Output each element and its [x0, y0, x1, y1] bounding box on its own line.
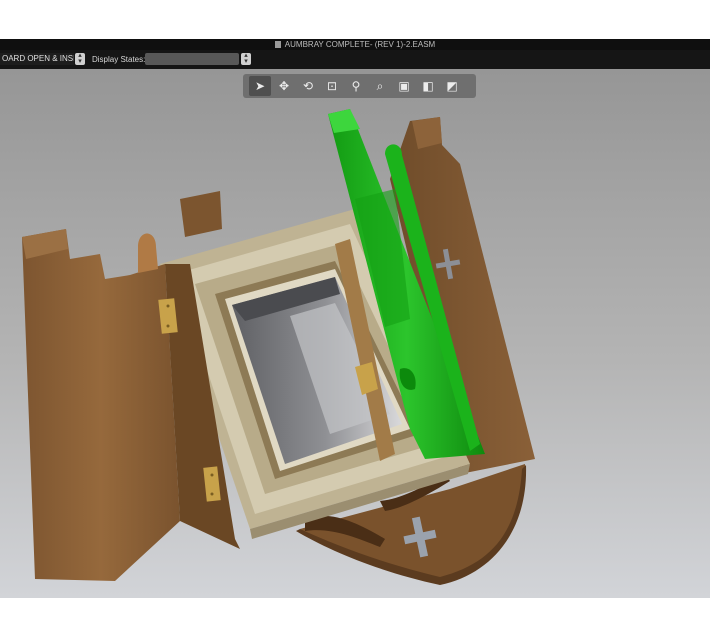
view-heads-up-toolbar: ➤ ✥ ⟲ ⊡ ⚲ ⌕ ▣ ◧ ◩ [243, 74, 476, 98]
zoom-fit-icon[interactable]: ⌕ [369, 76, 391, 96]
window-title-bar: AUMBRAY COMPLETE- (REV 1)-2.EASM [0, 39, 710, 50]
aumbry-model[interactable] [0, 69, 710, 598]
document-icon [274, 41, 281, 48]
left-door [22, 191, 240, 581]
view-orientation-icon[interactable]: ▣ [393, 76, 415, 96]
window-title: AUMBRAY COMPLETE- (REV 1)-2.EASM [284, 40, 436, 49]
configuration-toolbar: OARD OPEN & INSID... ▴▾ Display States: … [0, 50, 710, 69]
rotate-icon[interactable]: ⟲ [297, 76, 319, 96]
display-states-label: Display States: [92, 55, 146, 64]
3d-viewport[interactable]: ➤ ✥ ⟲ ⊡ ⚲ ⌕ ▣ ◧ ◩ [0, 69, 710, 598]
configuration-stepper[interactable]: ▴ ▾ [75, 52, 85, 65]
configuration-select[interactable]: OARD OPEN & INSID... [0, 53, 74, 65]
pan-icon[interactable]: ✥ [273, 76, 295, 96]
section-view-icon[interactable]: ◩ [441, 76, 463, 96]
display-states-stepper[interactable]: ▴ ▾ [241, 52, 251, 65]
select-icon[interactable]: ➤ [249, 76, 271, 96]
display-style-icon[interactable]: ◧ [417, 76, 439, 96]
zoom-window-icon[interactable]: ⊡ [321, 76, 343, 96]
display-states-select[interactable] [145, 53, 239, 65]
zoom-in-out-icon[interactable]: ⚲ [345, 76, 367, 96]
